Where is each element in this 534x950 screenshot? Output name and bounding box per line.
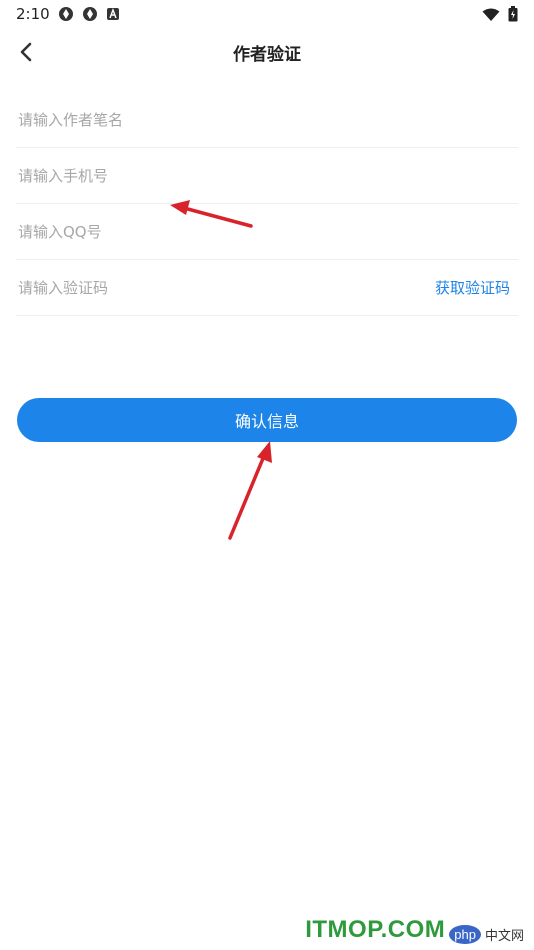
get-code-button[interactable]: 获取验证码: [435, 277, 510, 298]
verification-form: 获取验证码: [16, 92, 518, 316]
pen-name-row: [16, 92, 518, 148]
watermark-php-badge: php: [449, 925, 481, 944]
verification-code-input[interactable]: [16, 260, 416, 315]
wifi-icon: [482, 7, 500, 26]
status-icons-left: [58, 6, 122, 22]
annotation-arrow-confirm: [228, 441, 272, 540]
code-row: 获取验证码: [16, 260, 518, 316]
confirm-info-button[interactable]: 确认信息: [17, 398, 517, 442]
status-time: 2:10: [16, 5, 50, 23]
watermark-cn-text: 中文网: [484, 928, 524, 943]
qq-input[interactable]: [16, 204, 518, 259]
phone-input[interactable]: [16, 148, 518, 203]
qq-row: [16, 204, 518, 260]
battery-icon: [508, 6, 518, 26]
pen-name-input[interactable]: [16, 92, 518, 147]
sync-icon: [82, 6, 98, 22]
notification-a-icon: [106, 6, 122, 22]
watermark: ITMOP.COM php 中文网: [305, 916, 524, 944]
watermark-logo: ITMOP.COM: [305, 916, 446, 943]
status-icons-right: [482, 6, 518, 26]
page-title: 作者验证: [233, 45, 301, 65]
status-bar: 2:10: [0, 0, 534, 28]
sync-icon: [58, 6, 74, 22]
title-bar: 作者验证: [0, 30, 534, 74]
phone-row: [16, 148, 518, 204]
